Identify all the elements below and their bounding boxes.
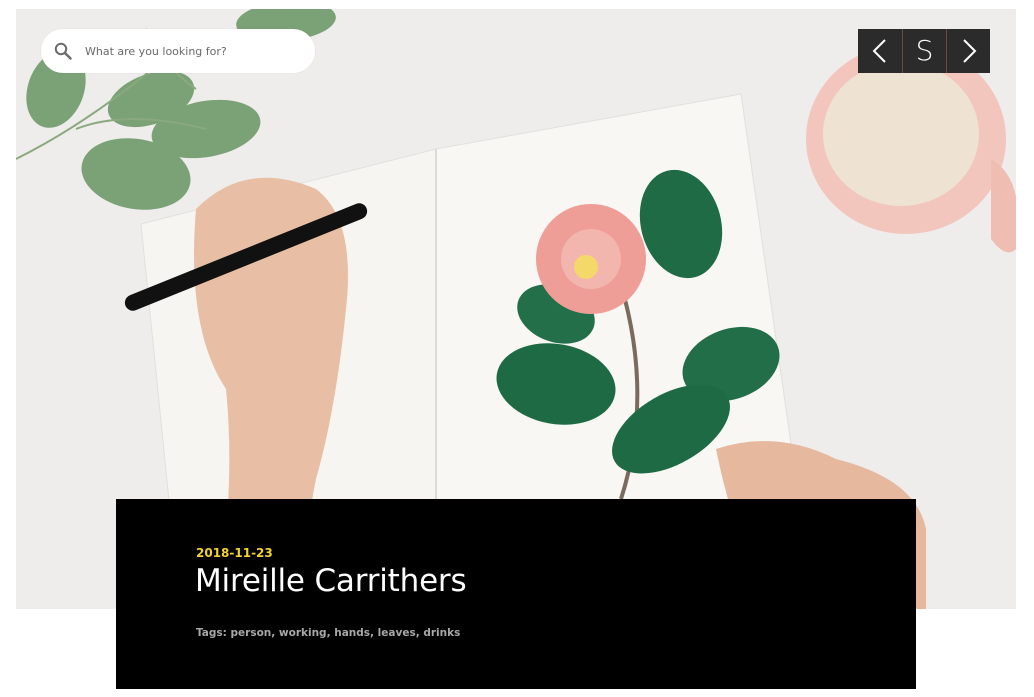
chevron-right-icon bbox=[962, 39, 976, 63]
slideshow-button[interactable]: S bbox=[902, 29, 946, 73]
next-button[interactable] bbox=[946, 29, 990, 73]
post-tags[interactable]: Tags: person, working, hands, leaves, dr… bbox=[196, 627, 460, 639]
post-caption: 2018-11-23 Mireille Carrithers Tags: per… bbox=[116, 499, 916, 689]
chevron-left-icon bbox=[872, 39, 886, 63]
post-title[interactable]: Mireille Carrithers bbox=[195, 563, 467, 599]
search-input[interactable] bbox=[85, 44, 315, 58]
post-date: 2018-11-23 bbox=[196, 546, 273, 560]
slide-navigation: S bbox=[858, 29, 990, 73]
previous-button[interactable] bbox=[858, 29, 902, 73]
search-icon[interactable] bbox=[53, 41, 73, 61]
search-bar[interactable] bbox=[41, 29, 315, 73]
